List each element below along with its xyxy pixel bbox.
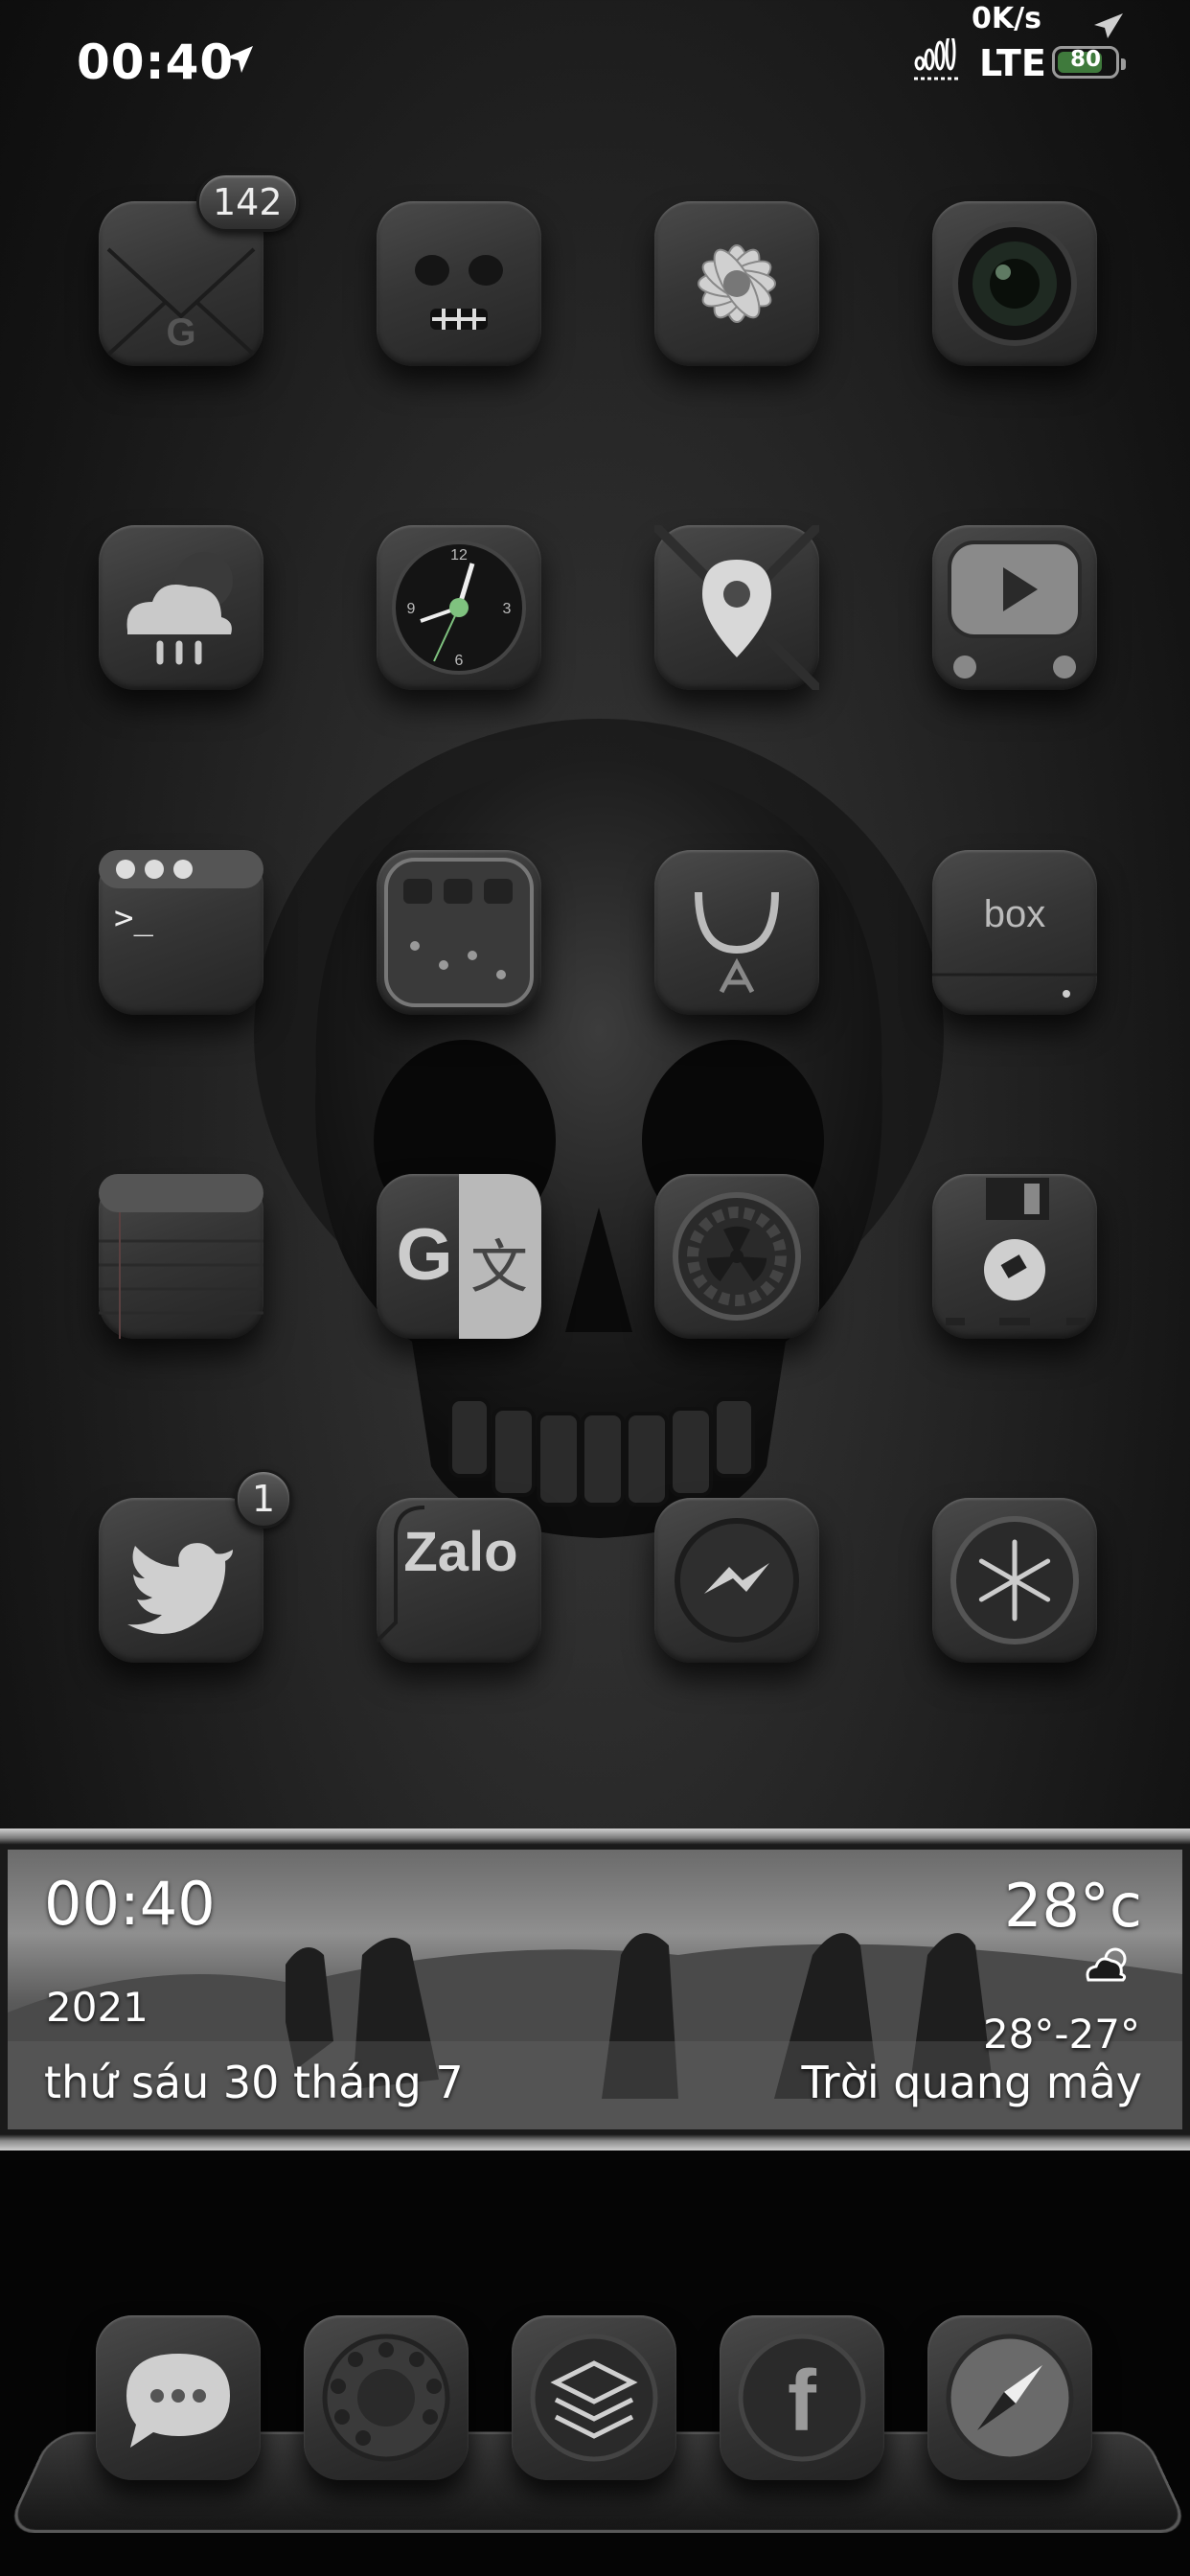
layers-icon [530,2334,658,2462]
photos-app[interactable] [654,201,819,366]
camera-lens-icon [952,221,1077,346]
clock-icon: 12 3 6 9 [392,540,526,675]
svg-text:9: 9 [407,601,416,617]
svg-text:box: box [984,893,1046,935]
svg-text:f: f [788,2354,817,2450]
translate-icon: G 文 [396,1174,541,1339]
tv-play-icon [948,540,1082,678]
device-icon [384,858,534,1007]
widget-temp-range: 28°-27° [982,2011,1140,2058]
youtube-app[interactable] [932,525,1097,690]
flower-icon [698,244,776,323]
messenger-bolt-icon [675,1518,799,1643]
rotary-dial-icon [322,2334,450,2462]
upload-arrow-icon [1094,13,1123,38]
horses-photo: 00:40 2021 thứ sáu 30 tháng 7 28°c 28°-2… [8,1850,1182,2129]
svg-text:12: 12 [450,547,468,564]
notes-app[interactable] [99,1174,263,1339]
svg-text:G: G [396,1214,452,1296]
utility-app[interactable] [377,850,541,1015]
grimace-face-icon [415,255,503,330]
svg-text:>_: >_ [114,899,153,937]
bird-icon [127,1543,233,1634]
terminal-app[interactable]: >_ [99,850,263,1015]
clock-app[interactable]: 12 3 6 9 [377,525,541,690]
snowflake-app[interactable] [932,1498,1097,1663]
map-pin-icon [654,525,819,690]
svg-text:G: G [166,311,195,354]
widget-temperature: 28°c [1004,1871,1142,1941]
radiation-gear-icon [673,1192,801,1321]
twitter-app[interactable]: 1 [99,1469,292,1663]
compass-icon [946,2334,1074,2462]
notification-badge: 1 [235,1469,292,1529]
gmail-app[interactable]: G 142 [99,172,299,366]
svg-text:3: 3 [503,601,512,617]
clock-weather-widget[interactable]: 00:40 2021 thứ sáu 30 tháng 7 28°c 28°-2… [0,1828,1190,2150]
app-store-app[interactable] [654,850,819,1015]
stack-app[interactable] [512,2315,676,2480]
terminal-icon: >_ [99,850,263,937]
battery-tip [1121,58,1126,70]
widget-condition: Trời quang mây [801,2057,1142,2108]
notification-badge: 142 [196,172,299,232]
battery-indicator: 80 [1052,46,1126,79]
floppy-disk-icon [946,1178,1086,1325]
zalo-label: Zalo [403,1521,517,1583]
network-speed: 0K/s [972,2,1041,35]
facebook-app[interactable]: f [720,2315,884,2480]
battery-level: 80 [1069,47,1101,72]
rain-cloud-icon [126,552,233,665]
face-app[interactable] [377,201,541,366]
settings-app[interactable] [654,1174,819,1339]
chat-bubble-icon [126,2354,230,2448]
translate-app[interactable]: G 文 [377,1174,541,1339]
maps-app[interactable] [654,525,819,690]
location-arrow-icon [226,46,253,73]
notepad-icon [99,1174,263,1339]
signal-strength-icon [914,38,960,80]
messenger-app[interactable] [654,1498,819,1663]
safari-app[interactable] [927,2315,1092,2480]
box-app[interactable]: box [932,850,1097,1015]
status-time: 00:40 [77,34,235,90]
messages-app[interactable] [96,2315,261,2480]
zalo-icon: Zalo [377,1506,518,1644]
svg-text:文: 文 [470,1234,528,1301]
phone-app[interactable] [304,2315,469,2480]
box-icon: box [932,893,1097,998]
facebook-icon: f [738,2334,866,2462]
widget-year: 2021 [46,1984,149,2031]
widget-time: 00:40 [44,1869,216,1939]
files-app[interactable] [932,1174,1097,1339]
partly-cloudy-icon [1086,1947,1127,1982]
camera-app[interactable] [932,201,1097,366]
widget-date: thứ sáu 30 tháng 7 [44,2057,464,2108]
zalo-app[interactable]: Zalo [377,1498,541,1663]
snowflake-icon [950,1516,1079,1644]
weather-app[interactable] [99,525,263,690]
network-type: LTE [979,42,1046,84]
svg-text:6: 6 [455,653,464,669]
shopping-bag-icon [695,891,779,994]
skull-wallpaper [254,719,944,1538]
